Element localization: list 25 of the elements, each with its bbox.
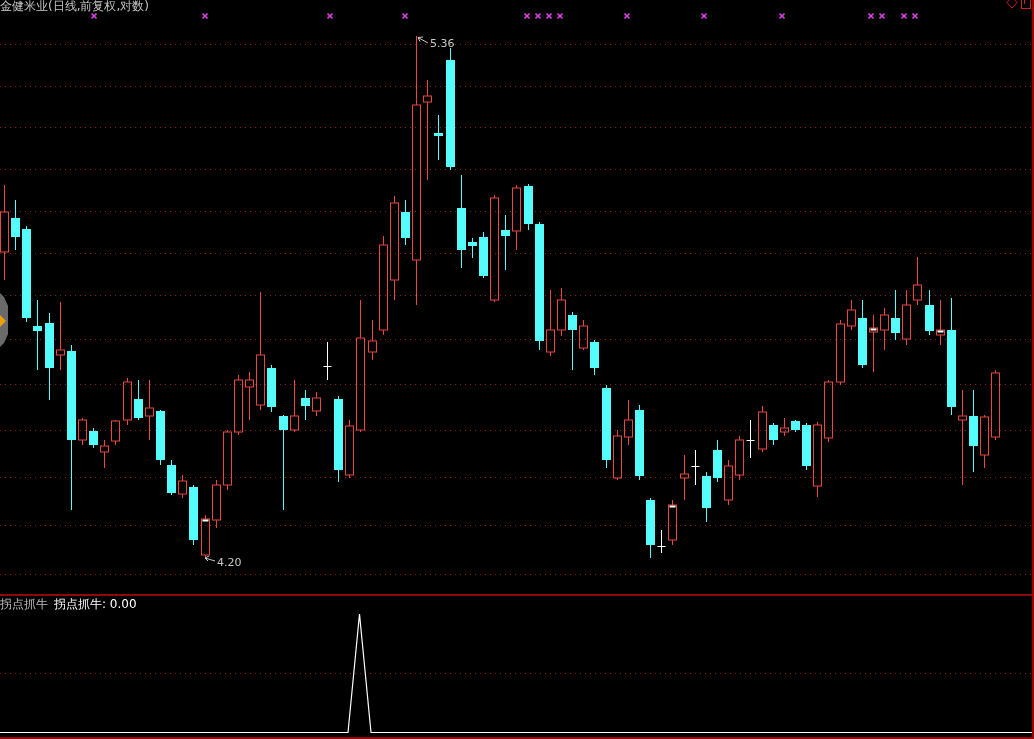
- square-outline-icon[interactable]: [1021, 0, 1031, 9]
- cross-marker-icon: [401, 12, 409, 20]
- cross-marker-icon: [534, 12, 542, 20]
- cross-marker-icon: [867, 12, 875, 20]
- cross-marker-icon: [623, 12, 631, 20]
- cross-marker-icon: [90, 12, 98, 20]
- cross-marker-icon: [201, 12, 209, 20]
- cross-marker-icon: [878, 12, 886, 20]
- cross-marker-icon: [545, 12, 553, 20]
- cross-marker-icon: [523, 12, 531, 20]
- leader-arrow: [204, 555, 216, 562]
- indicator-reading: 拐点抓牛: 0.00: [54, 597, 137, 611]
- low-price-label: 4.20: [217, 556, 242, 569]
- diamond-outline-icon[interactable]: [1006, 0, 1018, 9]
- cross-marker-icon: [556, 12, 564, 20]
- cross-marker-icon: [778, 12, 786, 20]
- chart-title: 金健米业(日线,前复权,对数): [0, 0, 149, 13]
- cross-marker-icon: [911, 12, 919, 20]
- indicator-name: 拐点抓牛: [0, 597, 48, 611]
- cross-marker-icon: [700, 12, 708, 20]
- cross-marker-icon: [326, 12, 334, 20]
- leader-arrow: [417, 36, 429, 44]
- cross-marker-icon: [900, 12, 908, 20]
- high-price-label: 5.36: [430, 37, 455, 50]
- expand-handle-icon[interactable]: [0, 293, 8, 347]
